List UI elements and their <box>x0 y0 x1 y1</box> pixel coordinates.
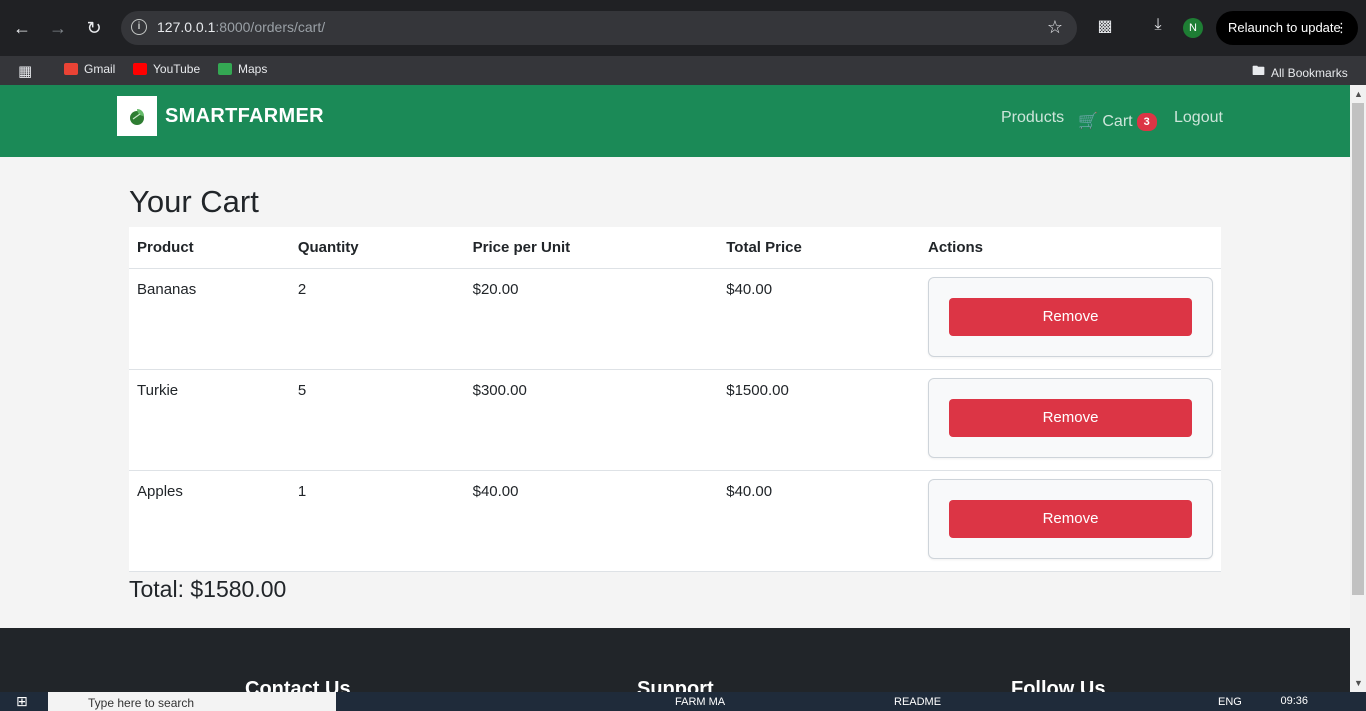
page-scrollbar[interactable]: ▲ ▼ <box>1350 85 1366 692</box>
nav-logout[interactable]: Logout <box>1174 109 1223 127</box>
cell-total: $1500.00 <box>718 369 920 471</box>
cart-icon: 🛒 <box>1078 113 1098 130</box>
scroll-up-icon[interactable]: ▲ <box>1354 89 1363 99</box>
header-product: Product <box>129 227 290 269</box>
windows-start-icon[interactable]: ⊞ <box>16 693 28 710</box>
taskbar-item-farm[interactable]: FARM MA <box>675 696 725 708</box>
youtube-icon <box>133 63 147 75</box>
header-quantity: Quantity <box>289 227 465 269</box>
footer-follow-heading: Follow Us <box>1011 678 1106 692</box>
url-text[interactable]: 127.0.0.1:8000/orders/cart/ <box>157 19 325 35</box>
cell-price: $20.00 <box>464 268 719 370</box>
brand-logo[interactable] <box>117 96 157 136</box>
table-row: Turkie 5 $300.00 $1500.00 Remove <box>129 369 1221 471</box>
forward-icon[interactable]: → <box>44 14 72 42</box>
reload-icon[interactable]: ↻ <box>80 14 108 42</box>
header-price-per-unit: Price per Unit <box>464 227 719 269</box>
browser-toolbar: ← → ↻ i 127.0.0.1:8000/orders/cart/ ☆ ▩ … <box>0 0 1366 56</box>
cell-product: Turkie <box>129 369 290 471</box>
cell-actions: Remove <box>920 369 1221 471</box>
cart-grand-total: Total: $1580.00 <box>129 576 287 602</box>
site-footer: Contact Us Support Follow Us <box>0 628 1350 692</box>
cell-actions: Remove <box>920 268 1221 370</box>
gmail-icon <box>64 63 78 75</box>
site-info-icon[interactable]: i <box>131 19 147 35</box>
footer-support-heading: Support <box>637 678 714 692</box>
taskbar-item-readme[interactable]: README <box>894 696 941 708</box>
relaunch-label: Relaunch to update <box>1228 20 1341 35</box>
nav-cart[interactable]: 🛒 Cart 3 <box>1078 111 1157 131</box>
bookmark-gmail[interactable]: Gmail <box>64 62 115 76</box>
table-row: Bananas 2 $20.00 $40.00 Remove <box>129 268 1221 370</box>
cart-count-badge: 3 <box>1136 112 1157 131</box>
extensions-icon[interactable]: ▩ <box>1094 16 1116 38</box>
header-total-price: Total Price <box>718 227 920 269</box>
taskbar-lang[interactable]: ENG <box>1218 696 1242 708</box>
remove-button[interactable]: Remove <box>949 297 1192 336</box>
taskbar-search-placeholder: Type here to search <box>88 696 195 710</box>
footer-contact-heading: Contact Us <box>245 678 351 692</box>
scroll-thumb[interactable] <box>1352 103 1364 595</box>
leaf-icon <box>130 109 144 125</box>
menu-dots-icon[interactable]: ⋮ <box>1335 11 1348 45</box>
bookmark-maps[interactable]: Maps <box>218 62 267 76</box>
cell-actions: Remove <box>920 470 1221 572</box>
remove-button[interactable]: Remove <box>949 499 1192 538</box>
cart-table: Product Quantity Price per Unit Total Pr… <box>129 227 1221 572</box>
scroll-down-icon[interactable]: ▼ <box>1354 678 1363 688</box>
address-bar[interactable]: i 127.0.0.1:8000/orders/cart/ ☆ <box>121 11 1077 45</box>
remove-button[interactable]: Remove <box>949 398 1192 437</box>
all-bookmarks[interactable]: 🖿 All Bookmarks <box>1252 62 1348 84</box>
taskbar-search[interactable]: Type here to search <box>48 692 336 711</box>
bookmarks-bar: ▦ Gmail YouTube Maps 🖿 All Bookmarks <box>0 56 1366 85</box>
cell-product: Bananas <box>129 268 290 370</box>
nav-cart-label: Cart <box>1102 113 1133 130</box>
cell-price: $40.00 <box>464 470 719 572</box>
cell-quantity: 1 <box>289 470 465 572</box>
maps-icon <box>218 63 232 75</box>
cell-quantity: 2 <box>289 268 465 370</box>
bookmark-youtube[interactable]: YouTube <box>133 62 200 76</box>
remove-form: Remove <box>928 377 1213 458</box>
taskbar-clock[interactable]: 09:36 <box>1280 695 1308 707</box>
folder-icon: 🖿 <box>1252 63 1266 78</box>
nav-products[interactable]: Products <box>1001 109 1064 127</box>
page-viewport: SMARTFARMER Products 🛒 Cart 3 Logout Your… <box>0 85 1350 692</box>
remove-form: Remove <box>928 478 1213 559</box>
profile-avatar[interactable]: N <box>1183 18 1203 38</box>
remove-form: Remove <box>928 276 1213 357</box>
apps-grid-icon[interactable]: ▦ <box>18 62 32 80</box>
cell-total: $40.00 <box>718 470 920 572</box>
back-icon[interactable]: ← <box>8 14 36 42</box>
header-actions: Actions <box>920 227 1221 269</box>
cell-price: $300.00 <box>464 369 719 471</box>
download-icon[interactable]: ⤓ <box>1147 16 1169 38</box>
cell-product: Apples <box>129 470 290 572</box>
os-taskbar: ⊞ Type here to search FARM MA README ENG… <box>0 692 1366 711</box>
bookmark-star-icon[interactable]: ☆ <box>1047 17 1063 38</box>
site-navbar: SMARTFARMER Products 🛒 Cart 3 Logout <box>0 85 1350 157</box>
table-row: Apples 1 $40.00 $40.00 Remove <box>129 470 1221 572</box>
table-header-row: Product Quantity Price per Unit Total Pr… <box>129 227 1221 269</box>
page-title: Your Cart <box>129 184 259 219</box>
cell-total: $40.00 <box>718 268 920 370</box>
cell-quantity: 5 <box>289 369 465 471</box>
relaunch-button[interactable]: Relaunch to update ⋮ <box>1216 11 1358 45</box>
brand-name[interactable]: SMARTFARMER <box>165 105 324 128</box>
